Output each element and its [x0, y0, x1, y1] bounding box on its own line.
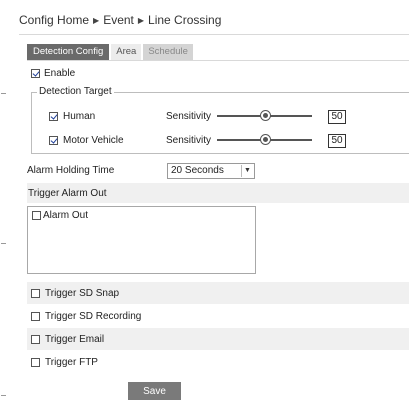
motor-vehicle-label: Motor Vehicle: [63, 135, 124, 146]
trigger-sd-recording-row: Trigger SD Recording: [31, 311, 141, 322]
trigger-alarm-out-label: Trigger Alarm Out: [28, 188, 107, 199]
trigger-ftp-checkbox[interactable]: [31, 358, 40, 367]
breadcrumb-event[interactable]: Event: [103, 13, 134, 27]
alarm-holding-time-row: Alarm Holding Time: [27, 165, 114, 176]
trigger-ftp-row: Trigger FTP: [31, 357, 98, 368]
motor-vehicle-checkbox[interactable]: [49, 136, 58, 145]
trigger-email-checkbox[interactable]: [31, 335, 40, 344]
tab-schedule[interactable]: Schedule: [143, 44, 193, 60]
left-edge-mark: [1, 93, 6, 94]
alarm-holding-time-select[interactable]: 20 Seconds ▼: [167, 163, 255, 179]
human-label: Human: [63, 111, 96, 122]
breadcrumb-separator-icon: ▶: [93, 16, 100, 25]
alarm-out-item: Alarm Out: [32, 210, 88, 221]
chevron-down-icon[interactable]: ▼: [241, 165, 253, 177]
breadcrumb-line-crossing: Line Crossing: [148, 13, 222, 27]
alarm-out-label: Alarm Out: [43, 210, 89, 221]
motor-vehicle-sensitivity-value[interactable]: 50: [328, 134, 346, 148]
left-edge-mark: [1, 243, 6, 244]
motor-vehicle-sensitivity-label-wrap: Sensitivity: [166, 135, 211, 146]
trigger-sd-recording-checkbox[interactable]: [31, 312, 40, 321]
human-row: Human: [49, 111, 95, 122]
human-checkbox[interactable]: [49, 112, 58, 121]
left-edge-mark: [1, 395, 6, 396]
breadcrumb: Config Home ▶ Event ▶ Line Crossing: [19, 9, 409, 35]
human-sensitivity-label-wrap: Sensitivity: [166, 111, 211, 122]
trigger-alarm-out-header: Trigger Alarm Out: [27, 183, 409, 203]
trigger-ftp-label: Trigger FTP: [45, 357, 98, 368]
tab-area[interactable]: Area: [111, 44, 142, 60]
trigger-sd-snap-row: Trigger SD Snap: [31, 288, 119, 299]
motor-vehicle-row: Motor Vehicle: [49, 135, 124, 146]
trigger-sd-snap-checkbox[interactable]: [31, 289, 40, 298]
trigger-sd-recording-label: Trigger SD Recording: [45, 311, 142, 322]
trigger-sd-snap-label: Trigger SD Snap: [45, 288, 120, 299]
save-button[interactable]: Save: [128, 382, 181, 400]
alarm-holding-time-label: Alarm Holding Time: [27, 165, 115, 176]
human-sensitivity-slider[interactable]: [217, 110, 312, 122]
motor-vehicle-sensitivity-slider[interactable]: [217, 134, 312, 146]
tab-divider: [27, 60, 409, 61]
enable-row: Enable: [31, 68, 75, 79]
enable-checkbox[interactable]: [31, 69, 40, 78]
alarm-out-list: Alarm Out: [27, 206, 256, 274]
trigger-email-label: Trigger Email: [45, 334, 105, 345]
detection-target-legend: Detection Target: [37, 86, 114, 97]
alarm-holding-time-value: 20 Seconds: [171, 165, 224, 176]
human-sensitivity-value[interactable]: 50: [328, 110, 346, 124]
trigger-email-row: Trigger Email: [31, 334, 104, 345]
tab-bar: Detection Config Area Schedule: [27, 44, 195, 60]
human-sensitivity-label: Sensitivity: [166, 111, 212, 122]
motor-vehicle-sensitivity-label: Sensitivity: [166, 135, 212, 146]
breadcrumb-separator-icon: ▶: [137, 16, 145, 25]
enable-label: Enable: [44, 68, 76, 79]
breadcrumb-config-home[interactable]: Config Home: [19, 13, 89, 27]
alarm-out-checkbox[interactable]: [32, 211, 41, 220]
tab-detection-config[interactable]: Detection Config: [27, 44, 110, 60]
motor-vehicle-slider-thumb[interactable]: [259, 134, 271, 145]
human-slider-thumb[interactable]: [259, 110, 271, 121]
